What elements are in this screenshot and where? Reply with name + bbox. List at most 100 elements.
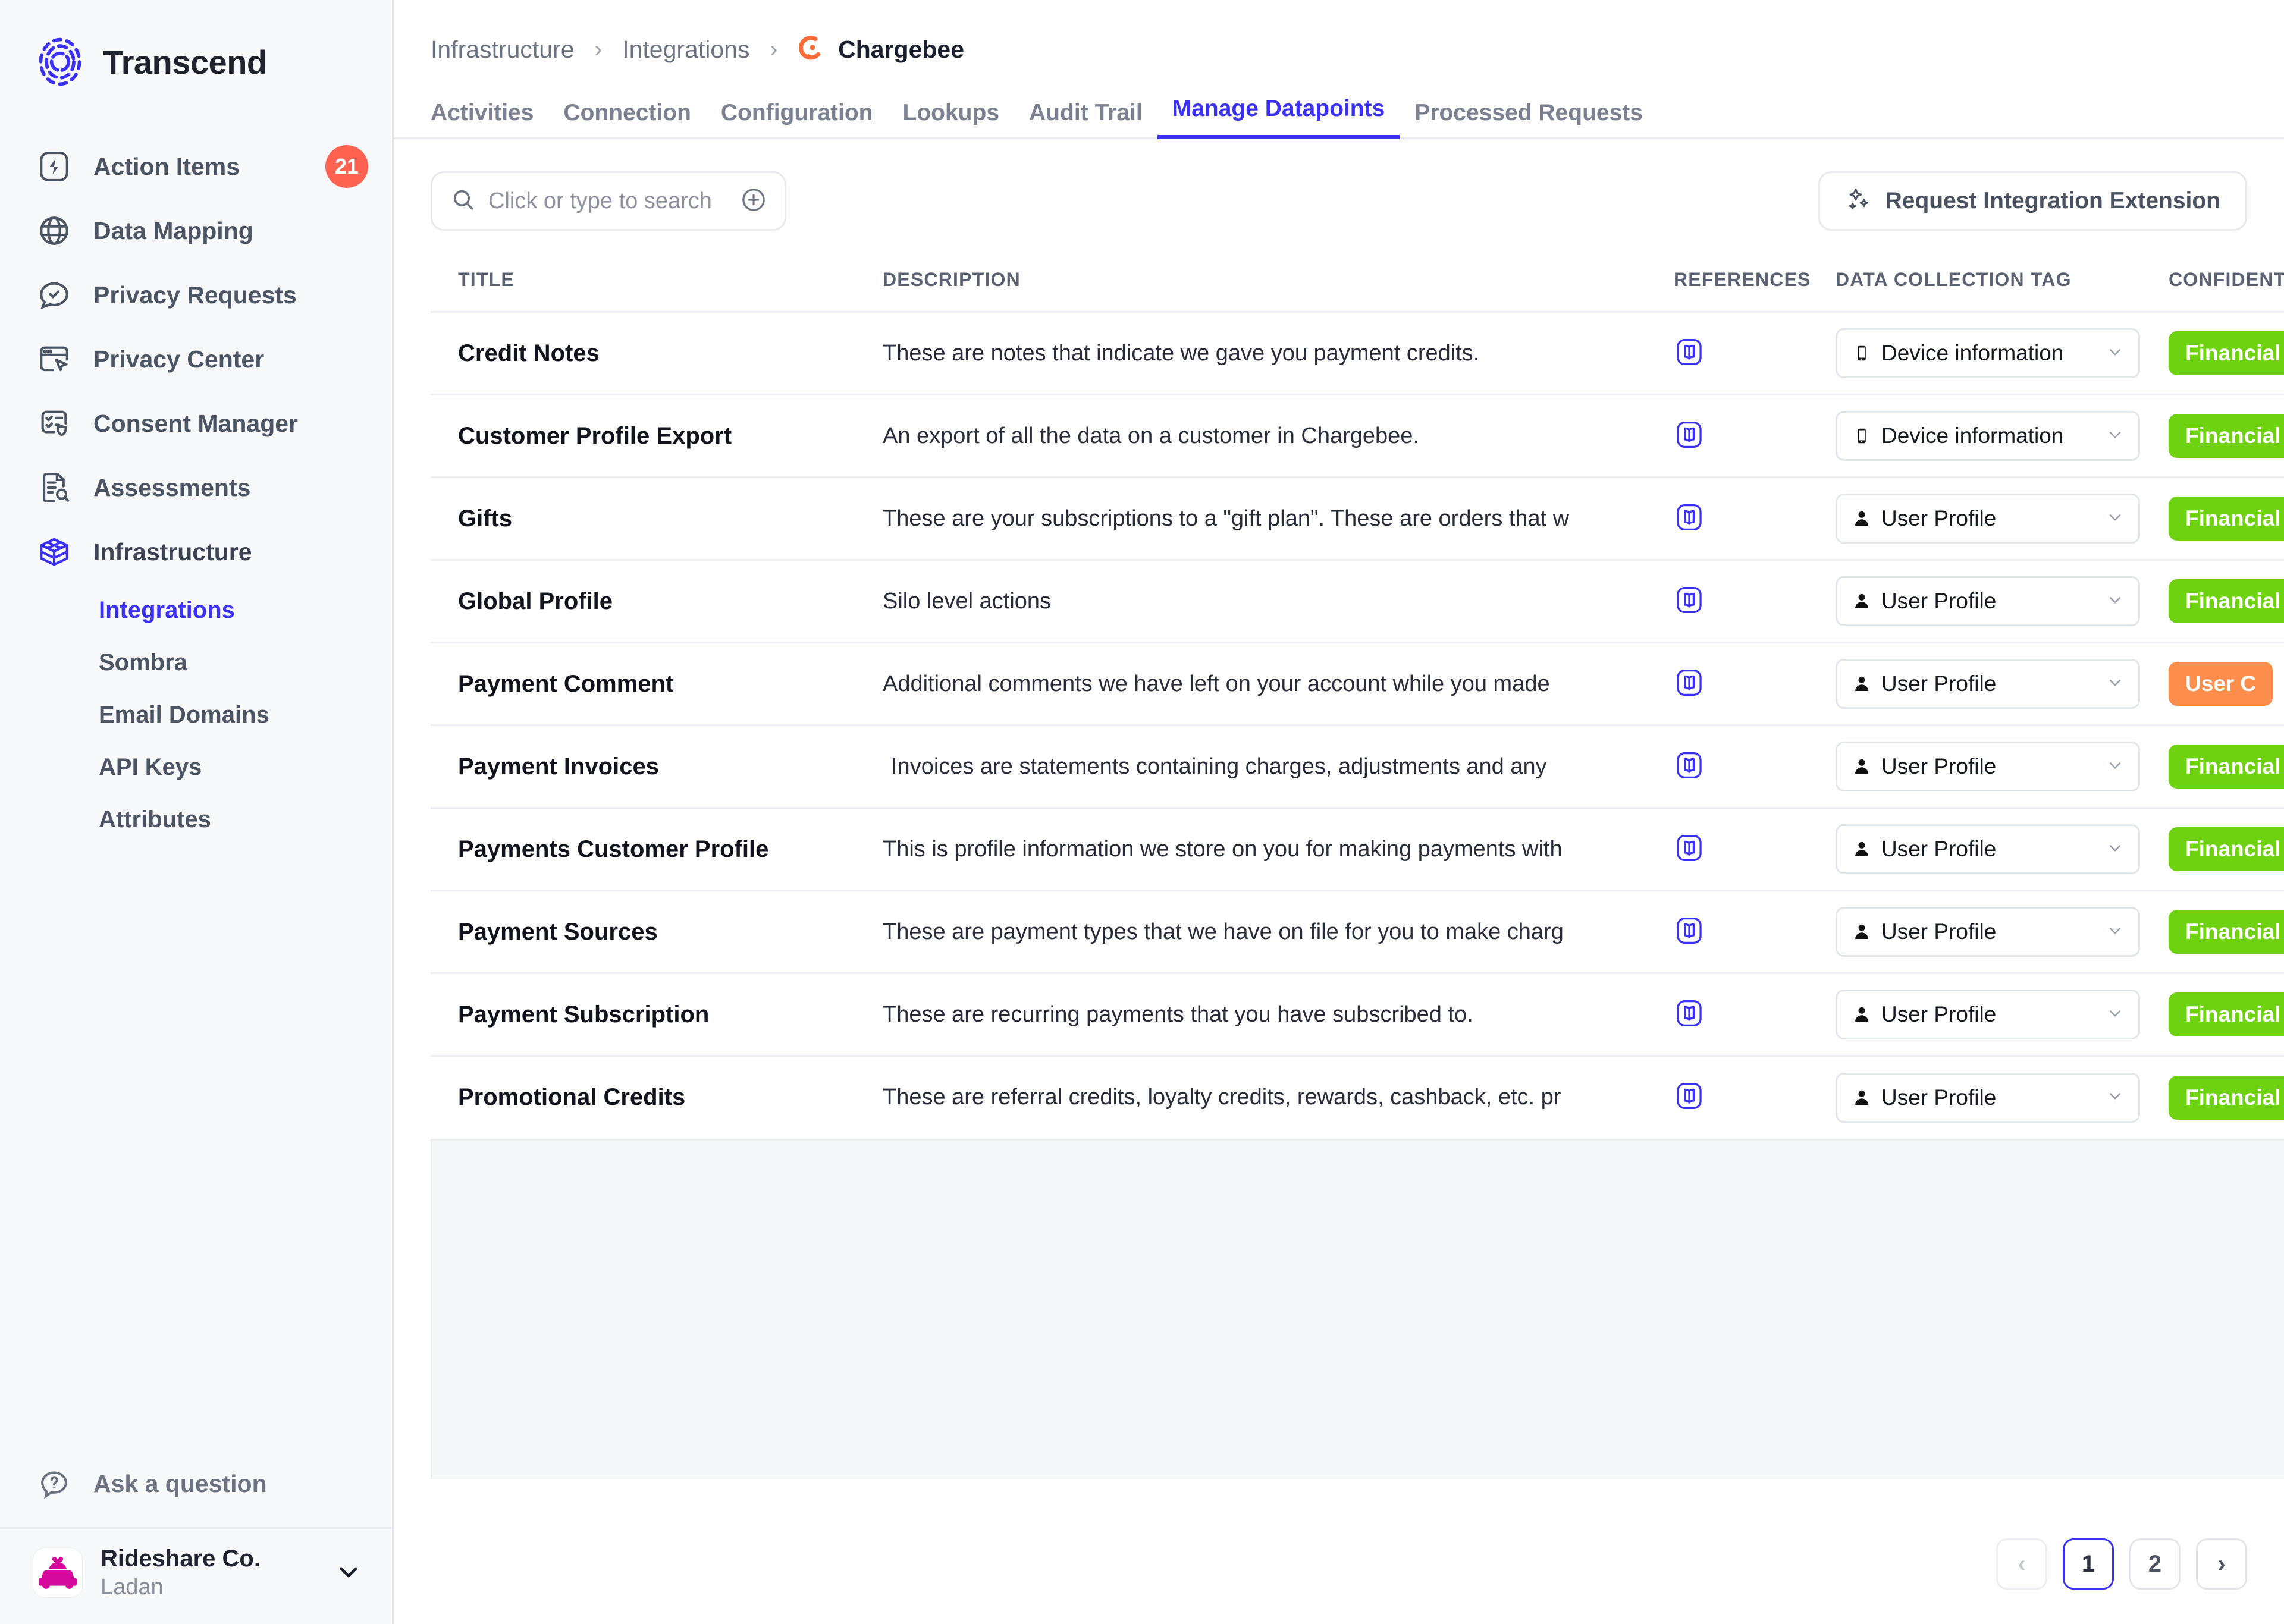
table-row[interactable]: Global Profile Silo level actions User Pro… — [431, 559, 2284, 643]
brand[interactable]: Transcend — [0, 0, 392, 89]
chevron-down-icon[interactable] — [2105, 755, 2125, 778]
pagination-next-button[interactable]: › — [2196, 1538, 2247, 1590]
chevron-down-icon[interactable] — [2105, 590, 2125, 613]
data-collection-tag-value: Device information — [1881, 341, 2064, 365]
book-reference-icon[interactable] — [1674, 752, 1705, 783]
brand-name: Transcend — [103, 43, 267, 81]
breadcrumb-current-label: Chargebee — [838, 35, 965, 63]
table-row[interactable]: Payment Sources These are payment types t… — [431, 890, 2284, 973]
book-reference-icon[interactable] — [1674, 504, 1705, 535]
cell-description: These are recurring payments that you ha… — [883, 972, 1674, 1056]
confidentiality-badge: Financial — [2169, 1075, 2284, 1120]
cell-data-collection-tag: User Profile — [1836, 972, 2169, 1056]
cell-title: Credit Notes — [431, 311, 883, 395]
sidebar-item-assessments[interactable]: Assessments — [0, 456, 392, 520]
book-reference-icon[interactable] — [1674, 338, 1705, 370]
breadcrumb-item-infrastructure[interactable]: Infrastructure — [431, 36, 575, 64]
cell-data-collection-tag: User Profile — [1836, 724, 2169, 808]
book-reference-icon[interactable] — [1674, 586, 1705, 618]
table-row[interactable]: Customer Profile Export An export of all … — [431, 394, 2284, 478]
chevron-down-icon[interactable] — [2105, 921, 2125, 944]
chevron-down-icon[interactable] — [2105, 342, 2125, 365]
chevron-down-icon[interactable] — [2105, 425, 2125, 448]
sidebar-subitem-label: Integrations — [99, 596, 235, 623]
globe-icon — [34, 211, 74, 250]
tab-manage-datapoints[interactable]: Manage Datapoints — [1157, 96, 1400, 139]
tab-activities[interactable]: Activities — [431, 100, 548, 139]
tab-configuration[interactable]: Configuration — [706, 100, 888, 139]
sidebar-subitem-sombra[interactable]: Sombra — [0, 636, 392, 689]
book-reference-icon[interactable] — [1674, 669, 1705, 701]
sidebar-subitem-attributes[interactable]: Attributes — [0, 793, 392, 846]
confidentiality-badge: Financial — [2169, 579, 2284, 623]
data-collection-tag-select[interactable]: User Profile — [1836, 907, 2140, 957]
ask-a-question-button[interactable]: Ask a question — [0, 1451, 392, 1516]
search-input[interactable]: Click or type to search — [431, 171, 786, 231]
tab-audit-trail[interactable]: Audit Trail — [1014, 100, 1157, 139]
sidebar-item-infrastructure[interactable]: Infrastructure — [0, 520, 392, 584]
sparkles-icon — [1845, 186, 1872, 216]
cell-title: Promotional Credits — [431, 1055, 883, 1139]
request-integration-extension-label: Request Integration Extension — [1885, 188, 2220, 213]
table-row[interactable]: Payment Subscription These are recurring … — [431, 972, 2284, 1056]
sidebar-item-privacy-requests[interactable]: Privacy Requests — [0, 263, 392, 327]
data-collection-tag-value: User Profile — [1881, 1085, 1997, 1110]
data-collection-tag-select[interactable]: User Profile — [1836, 576, 2140, 626]
confidentiality-badge: Financial — [2169, 745, 2284, 789]
confidentiality-badge: Financial — [2169, 992, 2284, 1036]
sidebar-subitem-label: Attributes — [99, 806, 211, 833]
tab-processed-requests[interactable]: Processed Requests — [1400, 100, 1658, 139]
data-collection-tag-select[interactable]: User Profile — [1836, 990, 2140, 1039]
chevron-down-icon[interactable] — [2105, 673, 2125, 696]
tab-bar: Activities Connection Configuration Look… — [394, 82, 2284, 139]
book-reference-icon[interactable] — [1674, 1000, 1705, 1031]
tab-lookups[interactable]: Lookups — [888, 100, 1015, 139]
cell-description: These are payment types that we have on … — [883, 890, 1674, 973]
plus-circle-icon[interactable] — [739, 186, 768, 217]
sidebar-subitem-integrations[interactable]: Integrations — [0, 584, 392, 636]
data-collection-tag-select[interactable]: User Profile — [1836, 494, 2140, 544]
request-integration-extension-button[interactable]: Request Integration Extension — [1818, 171, 2247, 231]
data-collection-tag-select[interactable]: User Profile — [1836, 1072, 2140, 1123]
column-header-confidentiality: CONFIDENTIALITY — [2169, 269, 2284, 290]
sidebar-item-privacy-center[interactable]: Privacy Center — [0, 327, 392, 391]
pagination-page-2[interactable]: 2 — [2129, 1538, 2181, 1590]
table-row[interactable]: Gifts These are your subscriptions to a "… — [431, 476, 2284, 560]
profile-switcher[interactable]: Rideshare Co. Ladan — [0, 1527, 392, 1624]
data-collection-tag-value: User Profile — [1881, 1002, 1997, 1026]
book-reference-icon[interactable] — [1674, 421, 1705, 453]
book-reference-icon[interactable] — [1674, 1083, 1705, 1114]
table-row[interactable]: Credit Notes These are notes that indicat… — [431, 311, 2284, 395]
chevron-down-icon[interactable] — [2105, 1086, 2125, 1109]
data-collection-tag-select[interactable]: User Profile — [1836, 824, 2140, 874]
book-reference-icon[interactable] — [1674, 834, 1705, 866]
breadcrumb: Infrastructure › Integrations › Chargebe… — [394, 0, 2284, 64]
table-row[interactable]: Promotional Credits These are referral cr… — [431, 1055, 2284, 1139]
sidebar-item-data-mapping[interactable]: Data Mapping — [0, 199, 392, 263]
sidebar-subitem-email-domains[interactable]: Email Domains — [0, 689, 392, 741]
sidebar-item-consent-manager[interactable]: Consent Manager — [0, 391, 392, 456]
column-header-description: DESCRIPTION — [883, 269, 1021, 290]
pagination-prev-button[interactable]: ‹ — [1996, 1538, 2047, 1590]
sidebar-subitem-api-keys[interactable]: API Keys — [0, 741, 392, 793]
chevron-down-icon[interactable] — [334, 1557, 363, 1590]
book-reference-icon[interactable] — [1674, 917, 1705, 948]
breadcrumb-item-integrations[interactable]: Integrations — [622, 36, 749, 64]
cell-data-collection-tag: Device information — [1836, 394, 2169, 478]
sidebar-item-action-items[interactable]: Action Items 21 — [0, 134, 392, 199]
data-collection-tag-select[interactable]: User Profile — [1836, 742, 2140, 791]
chevron-down-icon[interactable] — [2105, 1003, 2125, 1026]
table-body: Credit Notes These are notes that indicat… — [431, 311, 2284, 1139]
chevron-down-icon[interactable] — [2105, 507, 2125, 530]
sidebar-item-label: Privacy Center — [93, 345, 265, 373]
tab-connection[interactable]: Connection — [548, 100, 705, 139]
data-collection-tag-select[interactable]: Device information — [1836, 411, 2140, 461]
table-row[interactable]: Payment Comment Additional comments we ha… — [431, 642, 2284, 725]
data-collection-tag-select[interactable]: Device information — [1836, 328, 2140, 378]
chevron-down-icon[interactable] — [2105, 838, 2125, 861]
pagination-page-1[interactable]: 1 — [2063, 1538, 2114, 1590]
cell-confidentiality: Financial — [2169, 311, 2284, 395]
data-collection-tag-select[interactable]: User Profile — [1836, 659, 2140, 709]
table-row[interactable]: Payments Customer Profile This is profile… — [431, 807, 2284, 891]
table-row[interactable]: Payment Invoices Invoices are statements … — [431, 724, 2284, 808]
